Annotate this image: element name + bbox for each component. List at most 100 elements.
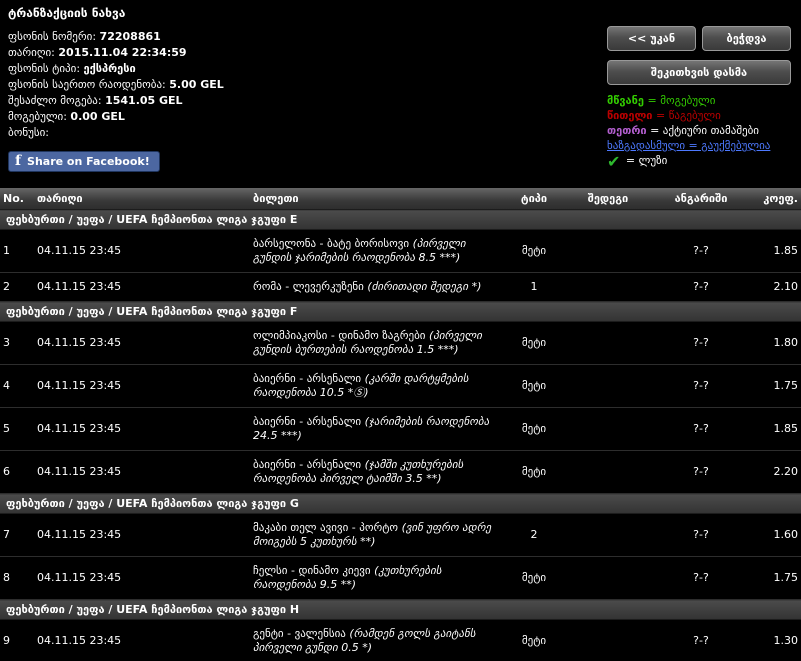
button-row: << უკან ბეჭდვა: [607, 26, 791, 51]
group-header-row: ფეხბურთი / უეფა / UEFA ჩემპიონთა ლიგა ჯგ…: [0, 210, 801, 230]
row-date: 04.11.15 23:45: [34, 230, 250, 273]
row-number: 3: [0, 322, 34, 365]
row-score: ?-?: [653, 451, 749, 494]
col-header-type: ტიპი: [505, 188, 563, 210]
info-label: მოგებული:: [8, 110, 70, 123]
row-score: ?-?: [653, 365, 749, 408]
row-date: 04.11.15 23:45: [34, 451, 250, 494]
row-coef: 1.30: [749, 620, 801, 661]
row-number: 2: [0, 273, 34, 302]
row-score: ?-?: [653, 514, 749, 557]
row-coef: 1.85: [749, 408, 801, 451]
group-title: ფეხბურთი / უეფა / UEFA ჩემპიონთა ლიგა ჯგ…: [0, 302, 801, 322]
group-title: ფეხბურთი / უეფა / UEFA ჩემპიონთა ლიგა ჯგ…: [0, 210, 801, 230]
bet-row: 604.11.15 23:45ბაიერნი - არსენალი (ჯამში…: [0, 451, 801, 494]
match-name: ჩელსი - დინამო კიევი: [253, 564, 374, 577]
row-date: 04.11.15 23:45: [34, 408, 250, 451]
bet-row: 404.11.15 23:45ბაიერნი - არსენალი (კარში…: [0, 365, 801, 408]
info-label: ბონუსი:: [8, 126, 49, 139]
check-icon: ✔: [607, 152, 620, 171]
row-score: ?-?: [653, 620, 749, 661]
facebook-share-button[interactable]: f Share on Facebook!: [8, 151, 160, 172]
row-coef: 1.80: [749, 322, 801, 365]
row-ticket: მაკაბი თელ ავივი - პორტო (ვინ უფრო ადრე …: [250, 514, 505, 557]
legend-line: ხაზგადასმული = გაუქმებულია: [607, 138, 791, 153]
row-number: 7: [0, 514, 34, 557]
facebook-share-label: Share on Facebook!: [27, 155, 150, 168]
bet-row: 904.11.15 23:45გენტი - ვალენსია (რამდენ …: [0, 620, 801, 661]
row-number: 1: [0, 230, 34, 273]
match-name: რომა - ლევერკუზენი: [253, 280, 367, 293]
row-coef: 1.75: [749, 365, 801, 408]
row-ticket: რომა - ლევერკუზენი (ძირითადი შედეგი *): [250, 273, 505, 302]
col-header-no: No.: [0, 188, 34, 210]
match-name: ბარსელონა - ბატე ბორისოვი: [253, 237, 413, 250]
match-name: ბაიერნი - არსენალი: [253, 415, 365, 428]
group-header-row: ფეხბურთი / უეფა / UEFA ჩემპიონთა ლიგა ჯგ…: [0, 494, 801, 514]
legend-text: წითელი: [607, 109, 653, 122]
top-section: ტრანზაქციის ნახვა ფსონის ნომერი: 7220886…: [0, 0, 801, 188]
group-header-row: ფეხბურთი / უეფა / UEFA ჩემპიონთა ლიგა ჯგ…: [0, 302, 801, 322]
page-title: ტრანზაქციის ნახვა: [8, 6, 791, 20]
row-ticket: ბაიერნი - არსენალი (ჯარიმების რაოდენობა …: [250, 408, 505, 451]
row-date: 04.11.15 23:45: [34, 557, 250, 600]
col-header-ticket: ბილეთი: [250, 188, 505, 210]
row-number: 6: [0, 451, 34, 494]
bet-description: (ძირითადი შედეგი *): [367, 280, 481, 293]
row-ticket: ჩელსი - დინამო კიევი (კუთხურების რაოდენო…: [250, 557, 505, 600]
col-header-date: თარიღი: [34, 188, 250, 210]
match-name: მაკაბი თელ ავივი - პორტო: [253, 521, 402, 534]
row-result: [563, 230, 653, 273]
row-date: 04.11.15 23:45: [34, 365, 250, 408]
info-value: ექსპრესი: [84, 62, 136, 75]
col-header-coef: კოეფ.: [749, 188, 801, 210]
info-label: ფსონის ნომერი:: [8, 30, 100, 43]
legend-line: მწვანე = მოგებული: [607, 93, 791, 108]
row-score: ?-?: [653, 273, 749, 302]
row-ticket: ოლიმპიაკოსი - დინამო ზაგრები (პირველი გუ…: [250, 322, 505, 365]
row-score: ?-?: [653, 408, 749, 451]
match-name: ოლიმპიაკოსი - დინამო ზაგრები: [253, 329, 429, 342]
bet-row: 104.11.15 23:45ბარსელონა - ბატე ბორისოვი…: [0, 230, 801, 273]
match-name: ბაიერნი - არსენალი: [253, 372, 365, 385]
row-result: [563, 365, 653, 408]
bet-table: No. თარიღი ბილეთი ტიპი შედეგი ანგარიში კ…: [0, 188, 801, 661]
facebook-icon: f: [15, 154, 21, 168]
match-name: ბაიერნი - არსენალი: [253, 458, 365, 471]
row-ticket: ბაიერნი - არსენალი (ჯამში კუთხურების რაო…: [250, 451, 505, 494]
ask-question-button[interactable]: შეკითხვის დასმა: [607, 60, 791, 85]
row-type: მეტი: [505, 365, 563, 408]
row-result: [563, 408, 653, 451]
row-date: 04.11.15 23:45: [34, 322, 250, 365]
bet-row: 504.11.15 23:45ბაიერნი - არსენალი (ჯარიმ…: [0, 408, 801, 451]
row-score: ?-?: [653, 557, 749, 600]
row-coef: 2.10: [749, 273, 801, 302]
legend-line: თეთრი = აქტიური თამაშები: [607, 123, 791, 138]
row-result: [563, 273, 653, 302]
row-date: 04.11.15 23:45: [34, 273, 250, 302]
legend-line: წითელი = წაგებული: [607, 108, 791, 123]
legend: მწვანე = მოგებულიწითელი = წაგებულითეთრი …: [607, 93, 791, 169]
table-header-row: No. თარიღი ბილეთი ტიპი შედეგი ანგარიში კ…: [0, 188, 801, 210]
legend-text: თეთრი: [607, 124, 647, 137]
row-number: 9: [0, 620, 34, 661]
row-result: [563, 451, 653, 494]
row-ticket: ბარსელონა - ბატე ბორისოვი (პირველი გუნდი…: [250, 230, 505, 273]
row-number: 5: [0, 408, 34, 451]
row-result: [563, 557, 653, 600]
row-result: [563, 620, 653, 661]
print-button[interactable]: ბეჭდვა: [702, 26, 791, 51]
bet-row: 704.11.15 23:45მაკაბი თელ ავივი - პორტო …: [0, 514, 801, 557]
legend-text: = აქტიური თამაშები: [647, 124, 759, 137]
col-header-result: შედეგი: [563, 188, 653, 210]
row-result: [563, 514, 653, 557]
info-value: 1541.05 GEL: [105, 94, 182, 107]
row-coef: 1.60: [749, 514, 801, 557]
legend-text: ხაზგადასმული = გაუქმებულია: [607, 139, 770, 152]
row-date: 04.11.15 23:45: [34, 620, 250, 661]
row-score: ?-?: [653, 230, 749, 273]
bet-row: 304.11.15 23:45ოლიმპიაკოსი - დინამო ზაგრ…: [0, 322, 801, 365]
back-button[interactable]: << უკან: [607, 26, 696, 51]
match-name: გენტი - ვალენსია: [253, 627, 349, 640]
row-number: 4: [0, 365, 34, 408]
